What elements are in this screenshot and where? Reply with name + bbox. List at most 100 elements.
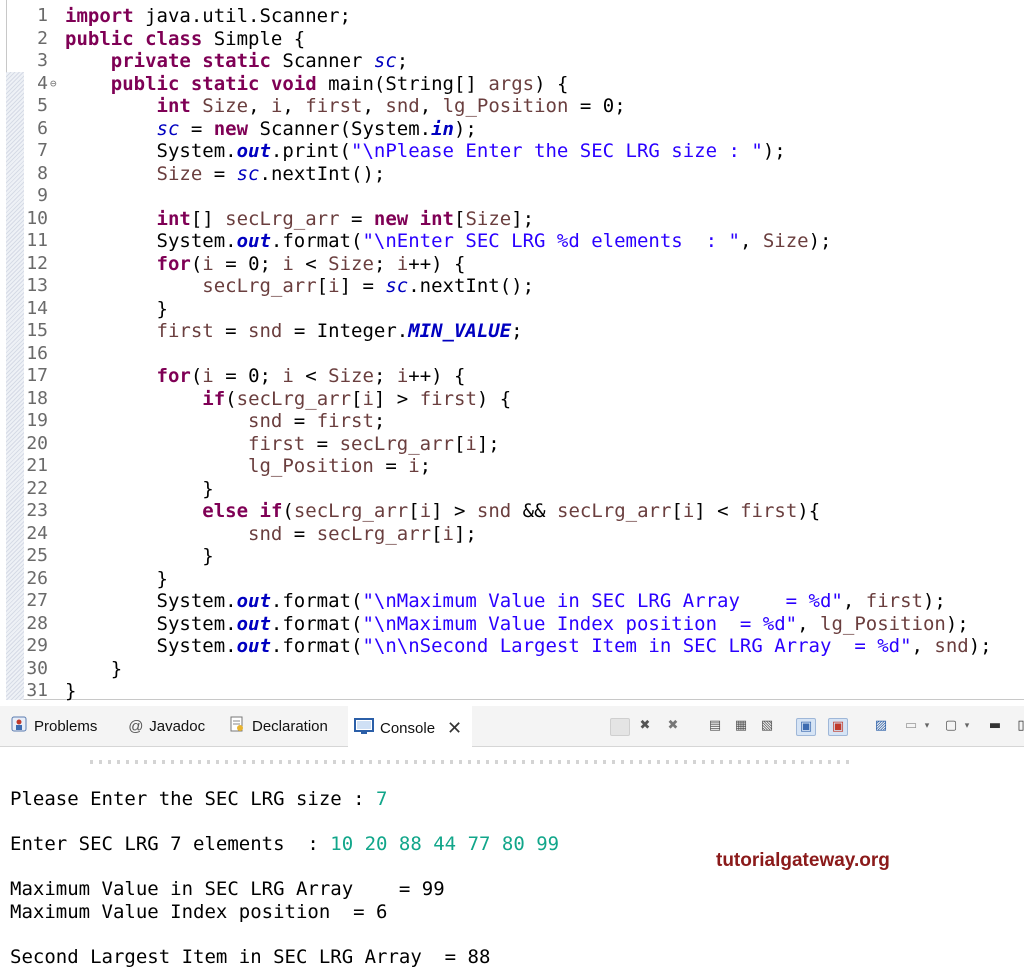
console-user-input: 7	[376, 788, 387, 810]
line-number: 3	[8, 50, 48, 73]
tab-declaration-label: Declaration	[252, 718, 328, 735]
code-line[interactable]: 4⊖ public static void main(String[] args…	[0, 73, 1024, 96]
clear-console-icon[interactable]: ▤	[706, 718, 724, 734]
tab-problems[interactable]: Problems	[10, 706, 97, 746]
code-line[interactable]: 25 }	[0, 545, 1024, 568]
code-text: snd = secLrg_arr[i];	[65, 523, 477, 546]
code-line[interactable]: 20 first = secLrg_arr[i];	[0, 433, 1024, 456]
code-text: }	[65, 680, 76, 703]
line-number: 2	[8, 28, 48, 51]
console-line: Second Largest Item in SEC LRG Array = 8…	[10, 946, 490, 968]
line-number: 23	[8, 500, 48, 523]
code-line[interactable]: 6 sc = new Scanner(System.in);	[0, 118, 1024, 141]
line-number: 22	[8, 478, 48, 501]
console-line: Maximum Value in SEC LRG Array = 99	[10, 878, 445, 900]
close-icon[interactable]: ✕	[447, 718, 462, 739]
code-line[interactable]: 28 System.out.format("\nMaximum Value In…	[0, 613, 1024, 636]
code-line[interactable]: 22 }	[0, 478, 1024, 501]
console-line: Please Enter the SEC LRG size : 7	[10, 788, 388, 810]
code-text: public static void main(String[] args) {	[65, 73, 568, 96]
bottom-panel-tabbar: Problems @ Javadoc Declaration Console ✕…	[0, 706, 1024, 747]
code-line[interactable]: 27 System.out.format("\nMaximum Value in…	[0, 590, 1024, 613]
code-line[interactable]: 13 secLrg_arr[i] = sc.nextInt();	[0, 275, 1024, 298]
code-text: for(i = 0; i < Size; i++) {	[65, 365, 465, 388]
line-number: 14	[8, 298, 48, 321]
show-console-stdout-icon[interactable]: ▣	[796, 718, 816, 736]
line-number: 7	[8, 140, 48, 163]
console-line-text: Enter SEC LRG 7 elements :	[10, 833, 330, 855]
code-line[interactable]: 21 lg_Position = i;	[0, 455, 1024, 478]
code-line[interactable]: 1 import java.util.Scanner;	[0, 5, 1024, 28]
terminate-icon[interactable]	[610, 718, 630, 736]
console-user-input: 10 20 88 44 77 80 99	[330, 833, 559, 855]
line-number: 5	[8, 95, 48, 118]
code-line[interactable]: 10 int[] secLrg_arr = new int[Size];	[0, 208, 1024, 231]
code-line[interactable]: 26 }	[0, 568, 1024, 591]
line-number: 19	[8, 410, 48, 433]
line-number: 28	[8, 613, 48, 636]
code-editor[interactable]: 1 import java.util.Scanner; 2 public class …	[0, 0, 1024, 700]
remove-all-terminated-icon[interactable]: ✖	[664, 718, 682, 734]
code-line[interactable]: 2 public class Simple {	[0, 28, 1024, 51]
code-text: System.out.format("\nMaximum Value Index…	[65, 613, 969, 636]
code-line[interactable]: 17 for(i = 0; i < Size; i++) {	[0, 365, 1024, 388]
code-line[interactable]: 29 System.out.format("\n\nSecond Largest…	[0, 635, 1024, 658]
tab-javadoc[interactable]: @ Javadoc	[128, 706, 205, 746]
console-line-text: Maximum Value Index position = 6	[10, 901, 388, 923]
code-line[interactable]: 5 int Size, i, first, snd, lg_Position =…	[0, 95, 1024, 118]
code-line[interactable]: 30 }	[0, 658, 1024, 681]
code-text: }	[65, 545, 214, 568]
console-header-strip	[90, 760, 850, 764]
code-text: else if(secLrg_arr[i] > snd && secLrg_ar…	[65, 500, 820, 523]
code-line[interactable]: 15 first = snd = Integer.MIN_VALUE;	[0, 320, 1024, 343]
console-icon	[354, 717, 374, 739]
tab-declaration[interactable]: Declaration	[228, 706, 328, 746]
remove-launch-icon[interactable]: ✖	[636, 718, 654, 734]
code-line[interactable]: 9	[0, 185, 1024, 208]
console-line-text: Second Largest Item in SEC LRG Array = 8…	[10, 946, 490, 968]
code-text: import java.util.Scanner;	[65, 5, 351, 28]
code-text: if(secLrg_arr[i] > first) {	[65, 388, 511, 411]
code-text: first = snd = Integer.MIN_VALUE;	[65, 320, 523, 343]
code-line[interactable]: 18 if(secLrg_arr[i] > first) {	[0, 388, 1024, 411]
code-text: }	[65, 478, 214, 501]
maximize-icon[interactable]: ▯	[1012, 718, 1024, 734]
code-line[interactable]: 12 for(i = 0; i < Size; i++) {	[0, 253, 1024, 276]
line-number: 8	[8, 163, 48, 186]
line-number: 6	[8, 118, 48, 141]
line-number: 21	[8, 455, 48, 478]
tab-console-label: Console	[380, 720, 435, 737]
code-line[interactable]: 11 System.out.format("\nEnter SEC LRG %d…	[0, 230, 1024, 253]
line-number: 4	[8, 73, 48, 96]
console-line-text: Please Enter the SEC LRG size :	[10, 788, 376, 810]
code-line[interactable]: 14 }	[0, 298, 1024, 321]
fold-toggle-icon[interactable]: ⊖	[50, 73, 57, 96]
code-line[interactable]: 7 System.out.print("\nPlease Enter the S…	[0, 140, 1024, 163]
word-wrap-icon[interactable]: ▧	[758, 718, 776, 734]
code-line[interactable]: 31}	[0, 680, 1024, 703]
at-icon: @	[128, 718, 143, 735]
pin-console-icon[interactable]: ▨	[872, 718, 890, 734]
line-number: 18	[8, 388, 48, 411]
code-line[interactable]: 3 private static Scanner sc;	[0, 50, 1024, 73]
code-text: System.out.format("\nMaximum Value in SE…	[65, 590, 946, 613]
line-number: 1	[8, 5, 48, 28]
tab-problems-label: Problems	[34, 718, 97, 735]
code-line[interactable]: 8 Size = sc.nextInt();	[0, 163, 1024, 186]
code-line[interactable]: 24 snd = secLrg_arr[i];	[0, 523, 1024, 546]
code-line[interactable]: 16	[0, 343, 1024, 366]
chevron-down-icon[interactable]: ▾	[918, 718, 936, 734]
line-number: 27	[8, 590, 48, 613]
code-text: Size = sc.nextInt();	[65, 163, 385, 186]
tab-console[interactable]: Console ✕	[348, 706, 472, 748]
code-line[interactable]: 19 snd = first;	[0, 410, 1024, 433]
minimize-icon[interactable]: ▬	[986, 718, 1004, 734]
line-number: 16	[8, 343, 48, 366]
scroll-lock-icon[interactable]: ▦	[732, 718, 750, 734]
show-console-stderr-icon[interactable]: ▣	[828, 718, 848, 736]
code-line[interactable]: 23 else if(secLrg_arr[i] > snd && secLrg…	[0, 500, 1024, 523]
chevron-down-icon[interactable]: ▾	[958, 718, 976, 734]
code-text: int[] secLrg_arr = new int[Size];	[65, 208, 534, 231]
code-text: public class Simple {	[65, 28, 305, 51]
declaration-icon	[228, 715, 246, 737]
